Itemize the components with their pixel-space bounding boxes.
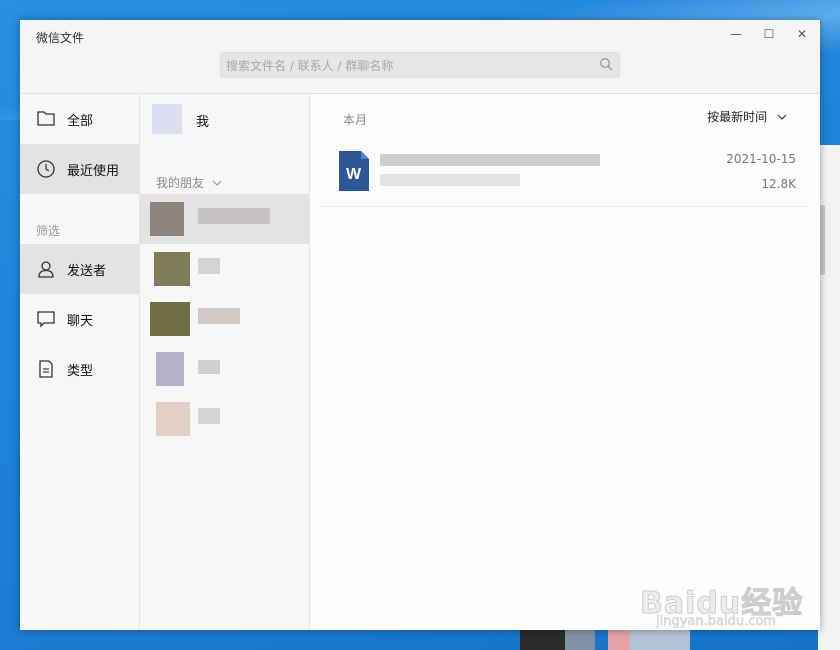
background-window-scrollbar: [820, 205, 825, 275]
file-list-panel: 本月 按最新时间 W 2021-10-15 12.8K: [310, 94, 820, 630]
filter-section-label: 筛选: [36, 224, 61, 238]
window-title: 微信文件: [36, 31, 85, 45]
maximize-button[interactable]: ☐: [755, 24, 783, 44]
contact-me[interactable]: 我: [140, 94, 309, 144]
contact-name-redacted: [198, 360, 220, 374]
sort-dropdown-label: 按最新时间: [707, 110, 768, 124]
clock-icon: [37, 160, 55, 178]
contact-name-redacted: [198, 208, 270, 224]
nav-item-chat[interactable]: 聊天: [20, 294, 139, 344]
file-size: 12.8K: [761, 177, 796, 191]
person-icon: [38, 261, 54, 278]
file-name-redacted: [380, 154, 600, 166]
close-button[interactable]: ✕: [788, 24, 816, 44]
nav-item-label: 聊天: [67, 314, 94, 329]
avatar: [156, 352, 184, 386]
sort-dropdown[interactable]: 按最新时间: [707, 108, 787, 125]
friends-header[interactable]: 我的朋友: [156, 174, 222, 191]
list-item[interactable]: [140, 194, 309, 244]
nav-item-all[interactable]: 全部: [20, 94, 139, 144]
watermark: Baidu经验 jingyan.baidu.com: [639, 564, 810, 634]
contact-name-redacted: [198, 258, 220, 274]
chevron-down-icon: [212, 180, 222, 186]
folder-icon: [37, 111, 55, 126]
nav-item-sender[interactable]: 发送者: [20, 244, 139, 294]
word-file-letter: W: [346, 166, 362, 183]
file-source-redacted: [380, 174, 520, 186]
contact-name-redacted: [198, 308, 240, 324]
friends-header-label: 我的朋友: [156, 176, 205, 190]
avatar: [156, 402, 190, 436]
search-box[interactable]: 搜索文件名 / 联系人 / 群聊名称: [220, 52, 620, 78]
nav-item-label: 全部: [67, 114, 94, 129]
word-file-icon: W: [339, 151, 369, 191]
nav-item-label: 最近使用: [67, 164, 120, 179]
nav-item-type[interactable]: 类型: [20, 344, 139, 394]
nav-item-label: 类型: [67, 364, 94, 379]
contact-name-redacted: [198, 408, 220, 424]
search-placeholder: 搜索文件名 / 联系人 / 群聊名称: [226, 59, 394, 73]
nav-item-recent[interactable]: 最近使用: [20, 144, 139, 194]
chevron-down-icon: [777, 114, 787, 120]
wechat-files-window: 微信文件 — ☐ ✕ 搜索文件名 / 联系人 / 群聊名称 全部 最近使用 筛选: [20, 20, 820, 630]
contact-me-label: 我: [196, 115, 210, 130]
title-bar: 微信文件 — ☐ ✕ 搜索文件名 / 联系人 / 群聊名称: [20, 20, 820, 94]
taskbar-block: [520, 628, 565, 650]
avatar: [154, 252, 190, 286]
minimize-button[interactable]: —: [722, 24, 750, 44]
nav-item-label: 发送者: [67, 264, 107, 279]
watermark-url: jingyan.baidu.com: [656, 614, 776, 630]
month-group-label: 本月: [343, 113, 368, 127]
avatar: [152, 104, 182, 134]
sender-list: 我 我的朋友: [140, 94, 310, 630]
chat-bubble-icon: [37, 311, 55, 328]
list-item[interactable]: [140, 244, 309, 294]
avatar: [150, 302, 190, 336]
file-date: 2021-10-15: [726, 152, 796, 166]
list-item[interactable]: [140, 294, 309, 344]
list-item[interactable]: [140, 394, 309, 444]
category-sidebar: 全部 最近使用 筛选 发送者 聊天 类型: [20, 94, 140, 630]
file-row[interactable]: W 2021-10-15 12.8K: [320, 144, 808, 207]
document-icon: [39, 360, 53, 378]
background-window: [818, 145, 840, 650]
list-item[interactable]: [140, 344, 309, 394]
search-icon[interactable]: [599, 57, 613, 71]
avatar: [150, 202, 184, 236]
